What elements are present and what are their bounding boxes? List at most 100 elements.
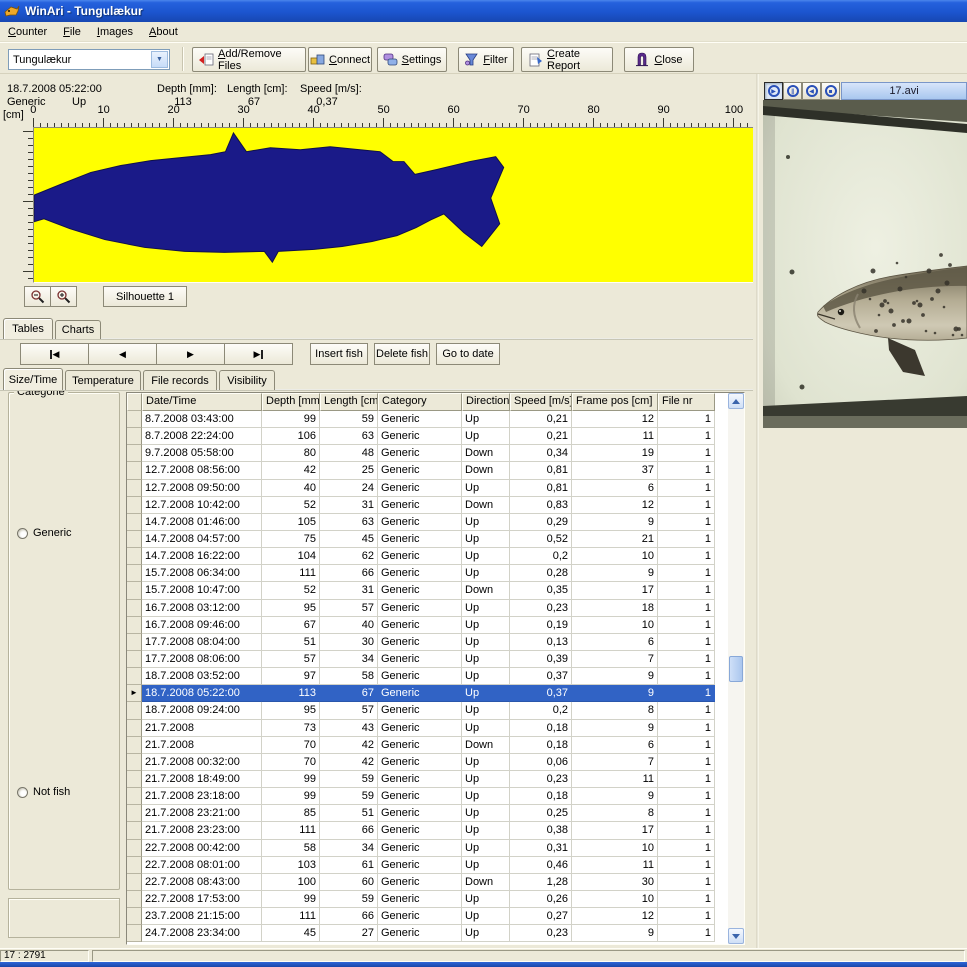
site-combobox[interactable]: Tungulækur ▼: [8, 49, 170, 70]
last-record-button[interactable]: ▶: [224, 343, 293, 365]
add-remove-files-button[interactable]: Add/Remove Files: [192, 47, 306, 72]
table-row[interactable]: 18.7.2008 09:24:009557GenericUp0,281: [127, 702, 715, 719]
row-selector[interactable]: ►: [127, 685, 142, 702]
table-row[interactable]: 16.7.2008 09:46:006740GenericUp0,19101: [127, 617, 715, 634]
row-selector[interactable]: [127, 428, 142, 445]
row-selector[interactable]: [127, 857, 142, 874]
delete-fish-button[interactable]: Delete fish: [374, 343, 430, 365]
table-row[interactable]: 14.7.2008 16:22:0010462GenericUp0,2101: [127, 548, 715, 565]
radio-generic-icon[interactable]: [17, 528, 28, 539]
tab-temperature[interactable]: Temperature: [65, 370, 141, 390]
table-row[interactable]: 15.7.2008 06:34:0011166GenericUp0,2891: [127, 565, 715, 582]
close-button[interactable]: Close: [624, 47, 694, 72]
table-row[interactable]: 21.7.2008 23:21:008551GenericUp0,2581: [127, 805, 715, 822]
table-row[interactable]: 21.7.20087343GenericUp0,1891: [127, 720, 715, 737]
scroll-down-icon[interactable]: [728, 928, 744, 944]
tab-visibility[interactable]: Visibility: [219, 370, 275, 390]
row-selector[interactable]: [127, 822, 142, 839]
table-row[interactable]: 22.7.2008 00:42:005834GenericUp0,31101: [127, 840, 715, 857]
row-selector[interactable]: [127, 548, 142, 565]
table-row[interactable]: 8.7.2008 22:24:0010663GenericUp0,21111: [127, 428, 715, 445]
column-header-frame-pos[interactable]: Frame pos [cm]: [572, 393, 658, 411]
row-selector[interactable]: [127, 582, 142, 599]
filter-button[interactable]: Filter: [458, 47, 514, 72]
table-row[interactable]: 21.7.2008 23:18:009959GenericUp0,1891: [127, 788, 715, 805]
row-selector[interactable]: [127, 754, 142, 771]
row-selector[interactable]: [127, 600, 142, 617]
table-scrollbar[interactable]: [728, 393, 744, 944]
table-row[interactable]: 17.7.2008 08:04:005130GenericUp0,1361: [127, 634, 715, 651]
radio-not-fish[interactable]: Not fish: [17, 786, 70, 798]
column-header-file-nr[interactable]: File nr: [658, 393, 715, 411]
table-row[interactable]: 24.7.2008 23:34:004527GenericUp0,2391: [127, 925, 715, 942]
menu-images[interactable]: Images: [89, 24, 141, 40]
table-row[interactable]: 16.7.2008 03:12:009557GenericUp0,23181: [127, 600, 715, 617]
table-row[interactable]: 21.7.20087042GenericDown0,1861: [127, 737, 715, 754]
menu-file[interactable]: File: [55, 24, 89, 40]
row-selector[interactable]: [127, 788, 142, 805]
silhouette-button[interactable]: Silhouette 1: [103, 286, 187, 307]
tab-size-time[interactable]: Size/Time: [3, 368, 63, 390]
row-selector[interactable]: [127, 497, 142, 514]
titlebar[interactable]: WinAri - Tungulækur: [0, 0, 967, 22]
table-row[interactable]: ►18.7.2008 05:22:0011367GenericUp0,3791: [127, 685, 715, 702]
menu-counter[interactable]: Counter: [0, 24, 55, 40]
table-row[interactable]: 12.7.2008 08:56:004225GenericDown0,81371: [127, 462, 715, 479]
row-selector[interactable]: [127, 840, 142, 857]
pause-button[interactable]: ∥: [783, 82, 802, 100]
goto-date-button[interactable]: Go to date: [436, 343, 500, 365]
next-record-button[interactable]: ▶: [156, 343, 225, 365]
row-selector[interactable]: [127, 445, 142, 462]
insert-fish-button[interactable]: Insert fish: [310, 343, 368, 365]
prev-record-button[interactable]: ◀: [88, 343, 157, 365]
row-selector[interactable]: [127, 462, 142, 479]
table-row[interactable]: 17.7.2008 08:06:005734GenericUp0,3971: [127, 651, 715, 668]
scrollbar-thumb[interactable]: [729, 656, 743, 682]
menu-about[interactable]: About: [141, 24, 186, 40]
row-selector[interactable]: [127, 668, 142, 685]
table-row[interactable]: 22.7.2008 17:53:009959GenericUp0,26101: [127, 891, 715, 908]
column-header-depth[interactable]: Depth [mm]: [262, 393, 320, 411]
play-button[interactable]: ▶: [764, 82, 783, 100]
column-header-date-time[interactable]: Date/Time: [142, 393, 262, 411]
column-header-category[interactable]: Category: [378, 393, 462, 411]
tab-tables[interactable]: Tables: [3, 318, 53, 339]
settings-button[interactable]: Settings: [377, 47, 447, 72]
table-row[interactable]: 15.7.2008 10:47:005231GenericDown0,35171: [127, 582, 715, 599]
row-selector[interactable]: [127, 702, 142, 719]
table-row[interactable]: 23.7.2008 21:15:0011166GenericUp0,27121: [127, 908, 715, 925]
row-selector[interactable]: [127, 908, 142, 925]
column-header-speed[interactable]: Speed [m/s]: [510, 393, 572, 411]
table-row[interactable]: 8.7.2008 03:43:009959GenericUp0,21121: [127, 411, 715, 428]
radio-generic[interactable]: Generic: [17, 527, 72, 539]
first-record-button[interactable]: ◀: [20, 343, 89, 365]
step-back-button[interactable]: ◀: [802, 82, 821, 100]
table-row[interactable]: 14.7.2008 01:46:0010563GenericUp0,2991: [127, 514, 715, 531]
chevron-down-icon[interactable]: ▼: [151, 51, 168, 68]
row-selector[interactable]: [127, 771, 142, 788]
row-selector[interactable]: [127, 805, 142, 822]
row-selector[interactable]: [127, 634, 142, 651]
table-row[interactable]: 22.7.2008 08:01:0010361GenericUp0,46111: [127, 857, 715, 874]
row-selector[interactable]: [127, 874, 142, 891]
create-report-button[interactable]: Create Report: [521, 47, 613, 72]
loop-button[interactable]: ▪: [821, 82, 840, 100]
radio-not-fish-icon[interactable]: [17, 787, 28, 798]
row-selector[interactable]: [127, 720, 142, 737]
row-selector[interactable]: [127, 925, 142, 942]
table-row[interactable]: 12.7.2008 10:42:005231GenericDown0,83121: [127, 497, 715, 514]
panel-splitter[interactable]: [753, 74, 763, 948]
table-row[interactable]: 21.7.2008 18:49:009959GenericUp0,23111: [127, 771, 715, 788]
connect-button[interactable]: Connect: [308, 47, 372, 72]
tab-file-records[interactable]: File records: [143, 370, 217, 390]
table-row[interactable]: 22.7.2008 08:43:0010060GenericDown1,2830…: [127, 874, 715, 891]
row-selector[interactable]: [127, 565, 142, 582]
row-selector[interactable]: [127, 651, 142, 668]
row-selector[interactable]: [127, 891, 142, 908]
tab-charts[interactable]: Charts: [55, 320, 101, 339]
column-header-length[interactable]: Length [cm]: [320, 393, 378, 411]
table-row[interactable]: 18.7.2008 03:52:009758GenericUp0,3791: [127, 668, 715, 685]
row-selector[interactable]: [127, 480, 142, 497]
row-selector[interactable]: [127, 411, 142, 428]
zoom-out-button[interactable]: [24, 286, 51, 307]
